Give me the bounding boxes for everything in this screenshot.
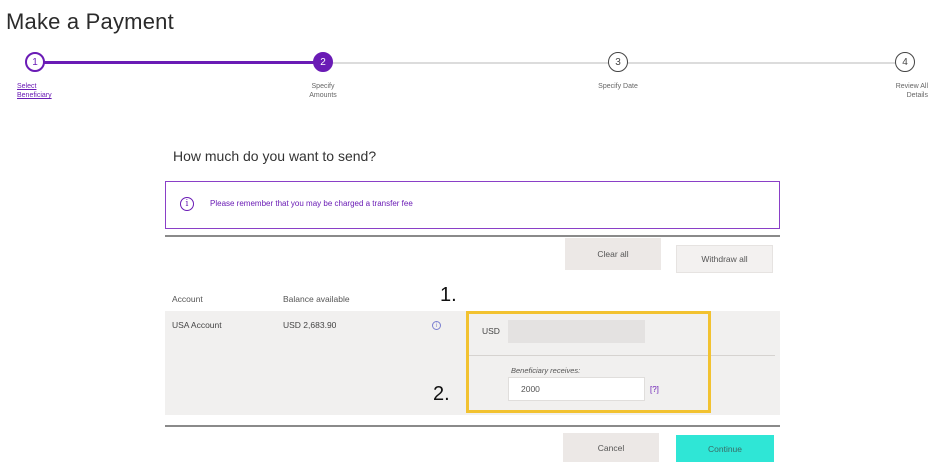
stepper-progress-line <box>35 61 323 64</box>
step-3-circle: 3 <box>608 52 628 72</box>
step-4-number: 4 <box>902 56 908 68</box>
step-1-number: 1 <box>32 56 38 68</box>
annotation-highlight-box <box>466 311 711 413</box>
balance-info-icon[interactable]: i <box>432 321 441 330</box>
column-header-account: Account <box>172 294 203 304</box>
transfer-fee-notice: i Please remember that you may be charge… <box>165 181 780 229</box>
step-2-circle: 2 <box>313 52 333 72</box>
step-1-label[interactable]: Select Beneficiary <box>17 82 57 100</box>
step-2-label: Specify Amounts <box>309 83 337 99</box>
divider <box>165 235 780 237</box>
step-4-circle: 4 <box>895 52 915 72</box>
step-4-label: Review All Details <box>895 83 928 99</box>
page-title: Make a Payment <box>6 9 174 34</box>
step-3-label: Specify Date <box>598 83 638 90</box>
bottom-divider <box>165 425 780 427</box>
annotation-marker-1: 1. <box>440 284 457 306</box>
column-header-balance: Balance available <box>283 294 350 304</box>
annotation-marker-2: 2. <box>433 383 450 405</box>
account-balance: USD 2,683.90 <box>283 320 337 330</box>
info-icon: i <box>180 197 194 211</box>
amount-question: How much do you want to send? <box>173 148 377 164</box>
step-2-number: 2 <box>320 56 326 68</box>
step-1-circle[interactable]: 1 <box>25 52 45 72</box>
withdraw-all-button[interactable]: Withdraw all <box>676 245 773 273</box>
step-3-number: 3 <box>615 56 621 68</box>
cancel-button[interactable]: Cancel <box>563 433 659 462</box>
clear-all-button[interactable]: Clear all <box>565 238 661 270</box>
notice-text: Please remember that you may be charged … <box>210 199 413 208</box>
account-name: USA Account <box>172 320 222 330</box>
continue-button[interactable]: Continue <box>676 435 774 462</box>
